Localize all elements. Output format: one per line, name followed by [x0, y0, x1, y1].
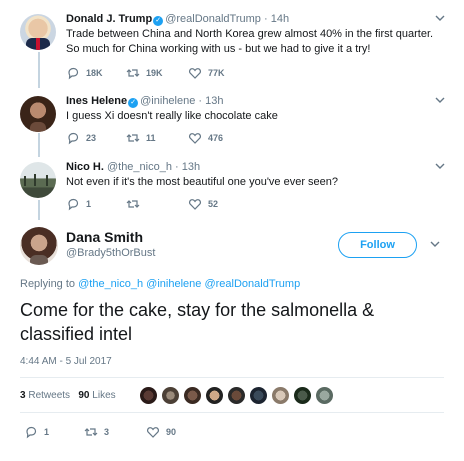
timestamp[interactable]: · 14h — [264, 13, 289, 25]
liker-avatar[interactable] — [315, 386, 334, 405]
timestamp[interactable]: 4:44 AM - 5 Jul 2017 — [20, 356, 112, 367]
thread-line — [38, 200, 40, 220]
display-name[interactable]: Ines Helene — [66, 95, 127, 107]
divider — [20, 377, 444, 378]
liker-avatar[interactable] — [161, 386, 180, 405]
handle[interactable]: @Brady5thOrBust — [66, 247, 155, 259]
retweet-icon — [126, 69, 140, 77]
retweet-button[interactable]: 3 — [84, 425, 109, 439]
tweet-actions: 1 3 90 — [24, 425, 244, 439]
handle[interactable]: @realDonaldTrump — [165, 13, 261, 25]
retweet-icon — [84, 428, 98, 436]
handle[interactable]: @the_nico_h — [107, 161, 172, 173]
retweet-button[interactable] — [126, 197, 146, 211]
retweets-label[interactable]: Retweets — [28, 390, 70, 401]
like-count: 52 — [208, 199, 219, 209]
verified-badge-icon: ✓ — [128, 98, 139, 108]
like-count: 476 — [208, 133, 224, 143]
mention-link[interactable]: @realDonaldTrump — [204, 278, 300, 290]
like-button[interactable]: 77K — [188, 66, 225, 80]
retweet-count: 3 — [104, 427, 110, 437]
like-count: 77K — [208, 68, 225, 78]
like-button[interactable]: 90 — [146, 425, 176, 439]
tweet-text: Come for the cake, stay for the salmonel… — [20, 300, 375, 344]
timestamp[interactable]: · 13h — [198, 95, 223, 107]
liker-avatar[interactable] — [139, 386, 158, 405]
avatar[interactable] — [20, 227, 58, 265]
display-name[interactable]: Donald J. Trump — [66, 13, 152, 25]
like-icon — [189, 199, 201, 210]
like-icon — [189, 68, 201, 79]
retweet-icon — [126, 200, 140, 208]
tweet-text: I guess Xi doesn't really like chocolate… — [66, 110, 278, 122]
reply-button[interactable]: 1 — [24, 425, 49, 439]
liker-avatar[interactable] — [205, 386, 224, 405]
mention-link[interactable]: @inihelene — [146, 278, 201, 290]
tweet-actions: 23 11 476 — [66, 131, 286, 145]
chevron-down-icon[interactable] — [434, 94, 446, 106]
chevron-down-icon[interactable] — [434, 160, 446, 172]
display-name[interactable]: Nico H. — [66, 161, 104, 173]
thread-line — [38, 133, 40, 157]
like-button[interactable]: 52 — [188, 197, 218, 211]
reply-button[interactable]: 1 — [66, 197, 91, 211]
reply-count: 18K — [86, 68, 103, 78]
reply-icon — [68, 67, 79, 80]
liker-avatar[interactable] — [249, 386, 268, 405]
likes-label[interactable]: Likes — [92, 390, 115, 401]
chevron-down-icon[interactable] — [434, 12, 446, 24]
retweet-icon — [126, 134, 140, 142]
reply-icon — [68, 198, 79, 211]
tweet-stats: 3 Retweets 90 Likes — [20, 390, 116, 401]
retweet-button[interactable]: 11 — [126, 131, 156, 145]
liker-avatar[interactable] — [227, 386, 246, 405]
avatar[interactable] — [20, 14, 56, 50]
retweet-count: 11 — [146, 133, 156, 143]
chevron-down-icon[interactable] — [429, 238, 441, 250]
display-name[interactable]: Dana Smith — [66, 229, 143, 245]
verified-badge-icon: ✓ — [153, 16, 164, 26]
tweet-header: Donald J. Trump ✓ @realDonaldTrump · 14h — [66, 12, 289, 26]
tweet-header: Ines Helene ✓ @inihelene · 13h — [66, 94, 224, 108]
replying-prefix: Replying to — [20, 278, 76, 290]
reply-count: 23 — [86, 133, 97, 143]
like-button[interactable]: 476 — [188, 131, 223, 145]
retweets-count[interactable]: 3 — [20, 390, 26, 401]
avatar[interactable] — [20, 162, 56, 198]
thread-line — [38, 52, 40, 88]
reply-count: 1 — [86, 199, 92, 209]
likes-count[interactable]: 90 — [78, 390, 89, 401]
retweet-count: 19K — [146, 68, 163, 78]
tweet-text: Trade between China and North Korea grew… — [66, 28, 434, 55]
handle[interactable]: @inihelene — [140, 95, 195, 107]
reply-icon — [26, 426, 37, 439]
like-icon — [189, 133, 201, 144]
replying-to: Replying to @the_nico_h @inihelene @real… — [20, 278, 300, 290]
reply-button[interactable]: 23 — [66, 131, 96, 145]
liker-avatar[interactable] — [293, 386, 312, 405]
tweet-header: Nico H. @the_nico_h · 13h — [66, 160, 200, 174]
liker-avatar[interactable] — [271, 386, 290, 405]
like-count: 90 — [166, 427, 177, 437]
divider — [20, 412, 444, 413]
retweet-button[interactable]: 19K — [126, 66, 163, 80]
mention-link[interactable]: @the_nico_h — [78, 278, 143, 290]
timestamp[interactable]: · 13h — [175, 161, 200, 173]
reply-button[interactable]: 18K — [66, 66, 103, 80]
reply-icon — [68, 132, 79, 145]
avatar[interactable] — [20, 96, 56, 132]
follow-button[interactable]: Follow — [338, 232, 417, 258]
like-icon — [147, 427, 159, 438]
reply-count: 1 — [44, 427, 50, 437]
tweet-text: Not even if it's the most beautiful one … — [66, 176, 339, 188]
tweet-actions: 1 52 — [66, 197, 286, 211]
tweet-actions: 18K 19K 77K — [66, 66, 286, 80]
liker-avatar[interactable] — [183, 386, 202, 405]
